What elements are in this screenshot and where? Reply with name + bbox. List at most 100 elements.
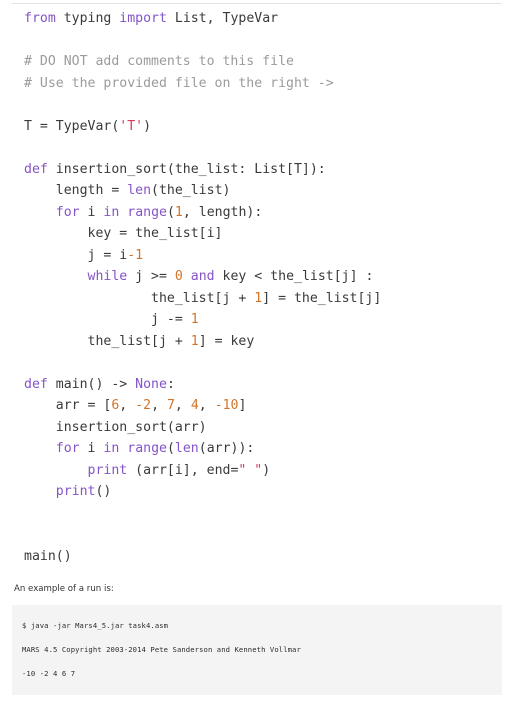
code-token-str: " "	[238, 462, 263, 478]
code-token-kw: for	[55, 441, 80, 456]
code-line[interactable]: insertion_sort(arr)	[24, 417, 514, 439]
code-token-pl: (the_list)	[151, 183, 231, 198]
code-line[interactable]: key = the_list[i]	[24, 223, 514, 245]
code-line[interactable]: for i in range(1, length):	[24, 202, 514, 224]
code-token-pl: T = TypeVar(	[24, 118, 120, 134]
code-token-pl: , length):	[182, 204, 263, 220]
code-line[interactable]: T = TypeVar('T')	[24, 116, 514, 138]
code-token-pl: ()	[95, 484, 112, 499]
terminal-line: $ java -jar Mars4_5.jar task4.asm	[22, 621, 169, 630]
code-token-pl: j >=	[127, 269, 175, 284]
code-line[interactable]	[24, 524, 514, 546]
code-token-bi: range	[127, 204, 167, 220]
code-token-num: 1	[190, 333, 199, 349]
code-token-kw: while	[87, 269, 128, 284]
code-token-num: 1	[254, 290, 263, 306]
code-line[interactable]: def insertion_sort(the_list: List[T]):	[24, 159, 514, 181]
code-line[interactable]: main()	[24, 546, 514, 568]
code-token-pl: j -=	[24, 312, 191, 327]
code-token-pl: (	[166, 204, 175, 220]
code-token-pl: (	[166, 441, 175, 456]
top-divider	[12, 3, 502, 4]
code-line[interactable]	[24, 503, 514, 525]
code-line[interactable]	[24, 30, 514, 52]
code-line[interactable]: while j >= 0 and key < the_list[j] :	[24, 266, 514, 288]
terminal-line: -10 -2 4 6 7	[22, 669, 76, 678]
code-line[interactable]	[24, 352, 514, 374]
code-line[interactable]: the_list[j + 1] = the_list[j]	[24, 288, 514, 310]
code-line[interactable]: the_list[j + 1] = key	[24, 331, 514, 353]
code-token-kw: import	[119, 11, 167, 26]
code-token-pl: typing	[55, 11, 120, 26]
code-line[interactable]: def main() -> None:	[24, 374, 514, 396]
code-token-num: 1	[174, 204, 183, 220]
code-token-pl: (arr[i], end=	[127, 462, 239, 478]
code-token-pl: key = the_list[i]	[24, 226, 223, 241]
code-line[interactable]: length = len(the_list)	[24, 180, 514, 202]
code-token-pl: i	[79, 204, 104, 220]
code-token-com: # Use the provided file on the right ->	[24, 75, 334, 91]
code-token-pl: ] = the_list[j]	[262, 290, 382, 306]
code-token-pl: insertion_sort(arr)	[24, 419, 207, 435]
code-token-bi: len	[127, 183, 152, 198]
code-token-pl: )	[262, 462, 271, 478]
code-token-num: -10	[214, 398, 239, 413]
code-line[interactable]: print()	[24, 481, 514, 503]
code-token-pl: main() ->	[47, 376, 136, 392]
code-token-pl: List, TypeVar	[166, 11, 279, 26]
code-token-pl: ,	[174, 398, 191, 413]
code-line[interactable]: from typing import List, TypeVar	[24, 8, 514, 30]
code-document-page: from typing import List, TypeVar # DO NO…	[0, 0, 514, 716]
code-line[interactable]: # DO NOT add comments to this file	[24, 51, 514, 73]
terminal-line: MARS 4.5 Copyright 2003-2014 Pete Sander…	[22, 645, 301, 654]
code-line[interactable]: j = i-1	[24, 245, 514, 267]
code-token-bi: len	[174, 441, 199, 456]
code-token-pl: ,	[119, 398, 136, 413]
code-token-num: -2	[135, 398, 152, 413]
code-token-num: 7	[166, 398, 175, 413]
code-token-kw: None	[135, 376, 167, 392]
code-line[interactable]: j -= 1	[24, 309, 514, 331]
code-token-kw: for	[55, 204, 80, 220]
code-line[interactable]	[24, 94, 514, 116]
code-line[interactable]: print (arr[i], end=" ")	[24, 460, 514, 482]
code-line[interactable]	[24, 137, 514, 159]
code-line[interactable]: arr = [6, -2, 7, 4, -10]	[24, 395, 514, 417]
code-token-pl: j = i	[24, 247, 128, 263]
code-token-bi: print	[87, 462, 128, 478]
code-line[interactable]: # Use the provided file on the right ->	[24, 73, 514, 95]
code-token-pl: the_list[j +	[24, 290, 255, 306]
terminal-output-block: $ java -jar Mars4_5.jar task4.asm MARS 4.…	[12, 605, 502, 695]
code-token-pl: ,	[198, 398, 215, 413]
code-token-kw: def	[24, 376, 48, 392]
code-token-kw: and	[190, 269, 215, 284]
code-token-kw: in	[103, 441, 120, 456]
code-token-kw: from	[24, 11, 56, 26]
code-token-num: 1	[190, 312, 199, 327]
example-run-caption: An example of a run is:	[14, 584, 114, 594]
code-token-bi: range	[127, 441, 167, 456]
code-token-pl: the_list[j +	[24, 333, 191, 349]
python-code-block[interactable]: from typing import List, TypeVar # DO NO…	[0, 8, 514, 567]
code-token-kw: def	[24, 161, 48, 177]
code-token-num: 4	[190, 398, 199, 413]
code-token-pl: )	[143, 118, 152, 134]
code-token-num: 0	[174, 269, 183, 284]
code-token-pl: length =	[24, 183, 128, 198]
code-token-pl: i	[79, 441, 104, 456]
code-token-pl: :	[166, 376, 175, 392]
code-token-com: # DO NOT add comments to this file	[24, 54, 294, 69]
code-token-pl: (arr)):	[198, 441, 255, 456]
code-token-num: -1	[127, 247, 144, 263]
code-token-pl: ,	[151, 398, 167, 413]
code-token-pl: ] = key	[198, 333, 255, 349]
code-token-bi: print	[55, 484, 96, 499]
code-line[interactable]: for i in range(len(arr)):	[24, 438, 514, 460]
code-token-kw: in	[103, 204, 120, 220]
code-token-pl: arr = [	[24, 398, 112, 413]
